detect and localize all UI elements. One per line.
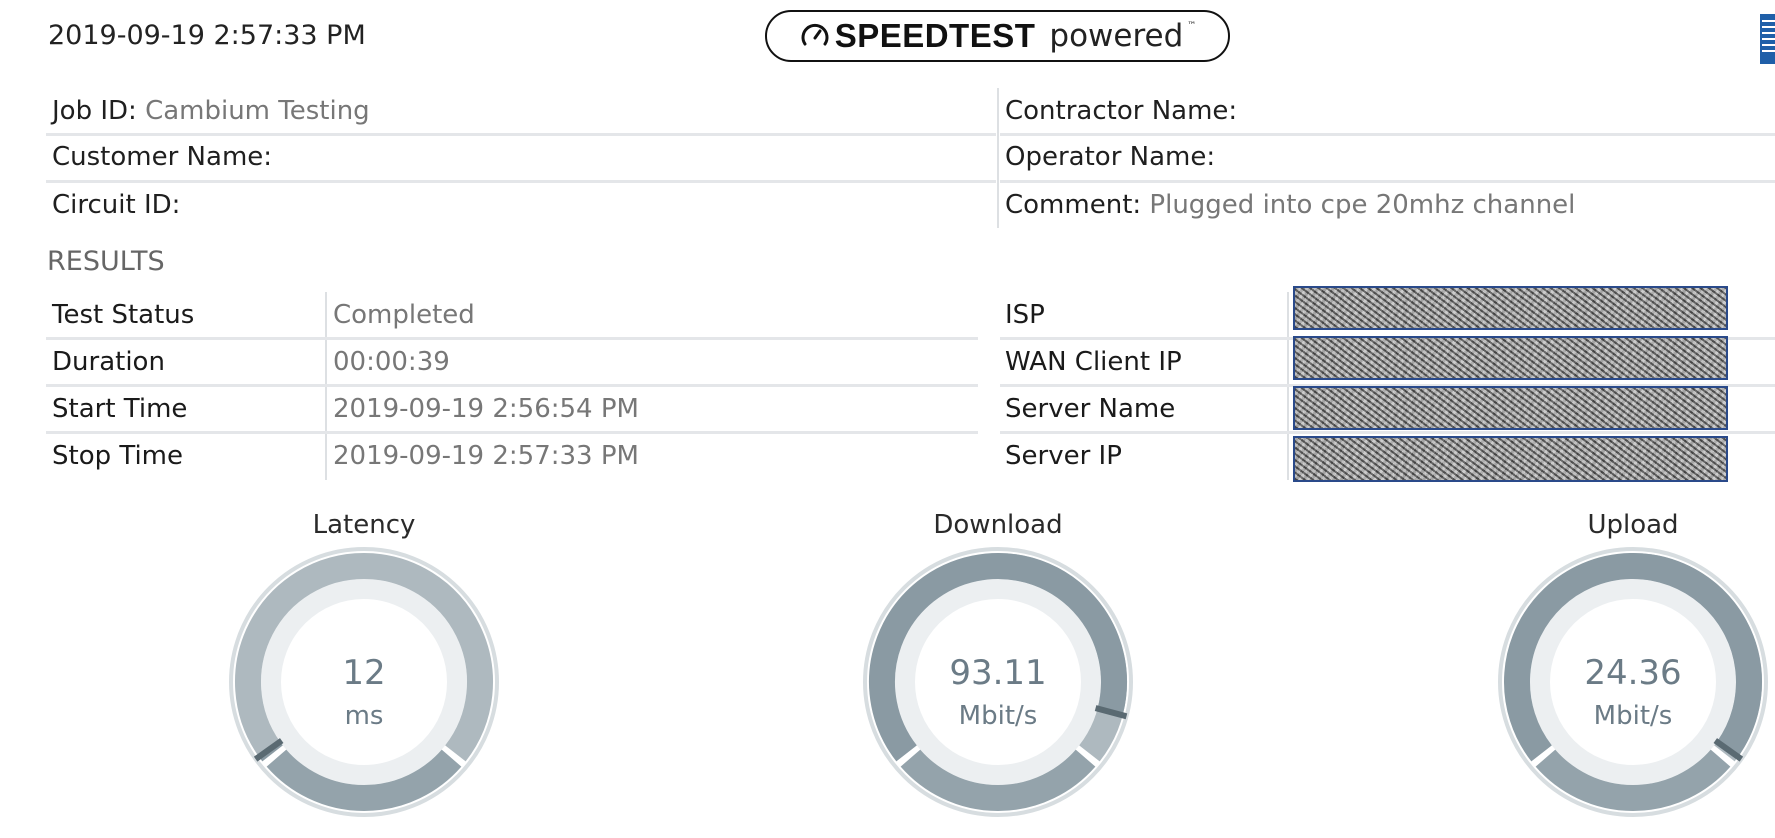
server-name-label: Server Name — [1005, 394, 1176, 424]
divider — [1000, 431, 1775, 434]
job-id-label: Job ID: — [52, 96, 137, 126]
isp-value-redacted — [1293, 286, 1728, 330]
divider — [1000, 180, 1775, 183]
customer-name-row: Customer Name: — [52, 134, 280, 180]
divider — [1000, 133, 1775, 136]
latency-title: Latency — [312, 510, 416, 540]
latency-unit: ms — [344, 701, 384, 731]
latency-readout: 12 ms — [214, 653, 514, 731]
divider — [46, 180, 996, 183]
stop-time-value: 2019-09-19 2:57:33 PM — [333, 441, 639, 471]
upload-readout: 24.36 Mbit/s — [1483, 653, 1775, 731]
brand-corner-icon — [1760, 14, 1775, 64]
results-heading: RESULTS — [47, 246, 165, 277]
download-unit: Mbit/s — [958, 701, 1038, 731]
divider — [46, 431, 978, 434]
download-value: 93.11 — [949, 653, 1047, 693]
divider — [46, 337, 978, 340]
job-id-value: Cambium Testing — [145, 96, 370, 126]
wan-client-ip-label: WAN Client IP — [1005, 347, 1182, 377]
isp-label: ISP — [1005, 300, 1045, 330]
duration-value: 00:00:39 — [333, 347, 450, 377]
latency-value: 12 — [342, 653, 386, 693]
job-id-row: Job ID: Cambium Testing — [52, 88, 370, 134]
duration-label: Duration — [52, 347, 165, 377]
speedometer-icon — [801, 23, 829, 46]
contractor-name-label: Contractor Name: — [1005, 96, 1238, 126]
divider — [46, 384, 978, 387]
upload-title: Upload — [1587, 510, 1679, 540]
divider — [46, 133, 996, 136]
stop-time-label: Stop Time — [52, 441, 184, 471]
comment-value: Plugged into cpe 20mhz channel — [1149, 190, 1576, 220]
logo-trademark: ™ — [1187, 21, 1197, 31]
comment-label: Comment: — [1005, 190, 1142, 220]
customer-name-label: Customer Name: — [52, 142, 273, 172]
upload-value: 24.36 — [1584, 653, 1682, 693]
contractor-name-row: Contractor Name: — [1005, 88, 1245, 134]
start-time-label: Start Time — [52, 394, 188, 424]
comment-row: Comment: Plugged into cpe 20mhz channel — [1005, 182, 1575, 228]
wan-client-ip-value-redacted — [1293, 336, 1728, 380]
download-readout: 93.11 Mbit/s — [848, 653, 1148, 731]
upload-unit: Mbit/s — [1593, 701, 1673, 731]
download-title: Download — [933, 510, 1063, 540]
circuit-id-label: Circuit ID: — [52, 190, 181, 220]
start-time-value: 2019-09-19 2:56:54 PM — [333, 394, 639, 424]
logo-speedtest-text: SPEEDTEST — [834, 17, 1036, 54]
server-ip-value-redacted — [1293, 436, 1728, 482]
operator-name-label: Operator Name: — [1005, 142, 1216, 172]
operator-name-row: Operator Name: — [1005, 134, 1223, 180]
test-status-label: Test Status — [52, 300, 195, 330]
server-name-value-redacted — [1293, 386, 1728, 430]
test-status-value: Completed — [333, 300, 475, 330]
column-divider — [997, 88, 999, 228]
circuit-id-row: Circuit ID: — [52, 182, 189, 228]
logo-powered-text: powered — [1049, 18, 1184, 54]
server-ip-label: Server IP — [1005, 441, 1122, 471]
report-timestamp: 2019-09-19 2:57:33 PM — [48, 20, 366, 51]
speedtest-logo: SPEEDTEST powered ™ — [765, 10, 1230, 62]
